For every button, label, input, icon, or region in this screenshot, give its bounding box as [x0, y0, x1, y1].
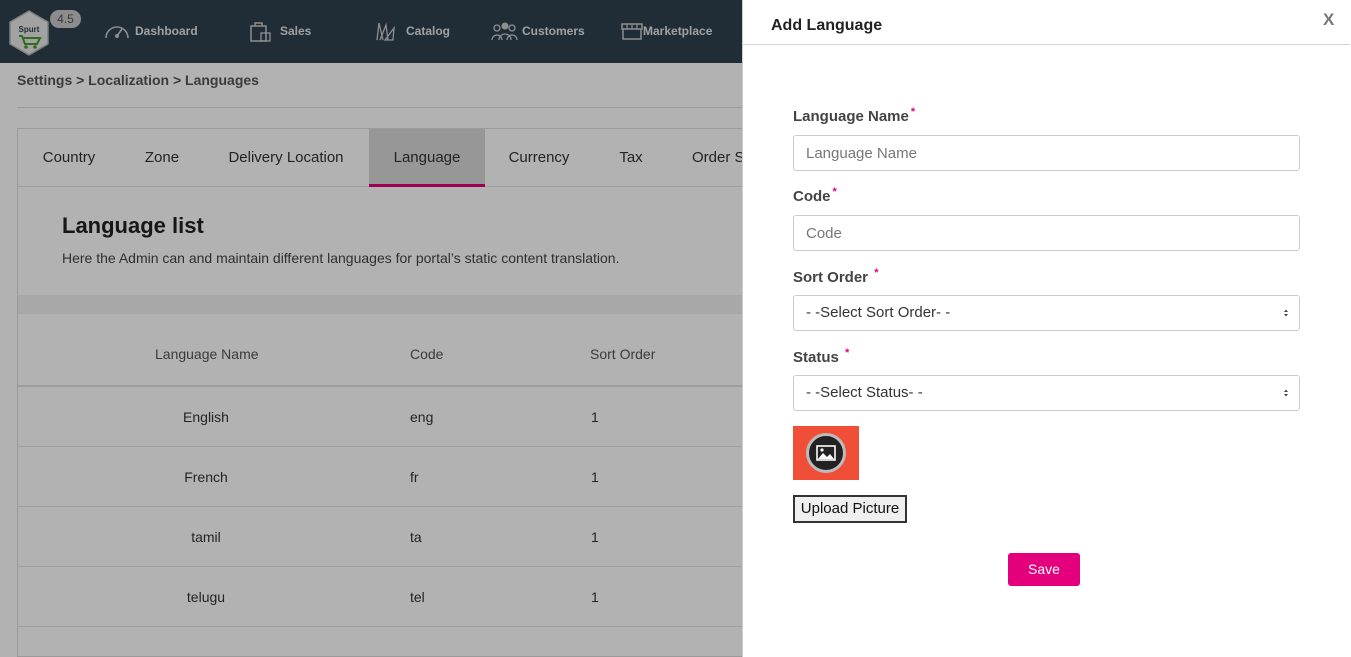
required-mark: *	[874, 267, 879, 279]
status-selected: - -Select Status- -	[806, 384, 923, 401]
panel-header: Add Language X	[743, 0, 1350, 45]
language-name-label-text: Language Name	[793, 108, 909, 125]
add-language-panel: Add Language X Language Name* Code* Sort…	[742, 0, 1351, 657]
code-input[interactable]	[793, 215, 1300, 251]
picture-preview	[793, 426, 859, 480]
language-name-label: Language Name *	[793, 106, 915, 125]
close-button[interactable]: X	[1323, 10, 1334, 30]
sort-order-selected: - -Select Sort Order- -	[806, 304, 951, 321]
status-label-text: Status	[793, 349, 839, 366]
required-mark: *	[910, 106, 916, 118]
image-placeholder-icon	[806, 433, 846, 473]
language-name-input[interactable]	[793, 135, 1300, 171]
required-mark: *	[832, 186, 837, 198]
required-mark: *	[845, 347, 850, 359]
select-arrows-icon	[1284, 389, 1288, 397]
select-arrows-icon	[1284, 309, 1288, 317]
modal-backdrop[interactable]	[0, 0, 742, 657]
sort-order-label: Sort Order *	[793, 267, 878, 286]
code-label: Code *	[793, 186, 837, 205]
status-select[interactable]: - -Select Status- -	[793, 375, 1300, 411]
sort-order-label-text: Sort Order	[793, 269, 869, 286]
upload-picture-button[interactable]: Upload Picture	[793, 495, 907, 523]
panel-title: Add Language	[771, 17, 883, 34]
sort-order-select[interactable]: - -Select Sort Order- -	[793, 295, 1300, 331]
save-button[interactable]: Save	[1008, 553, 1080, 586]
code-label-text: Code	[793, 188, 831, 205]
status-label: Status *	[793, 347, 849, 366]
